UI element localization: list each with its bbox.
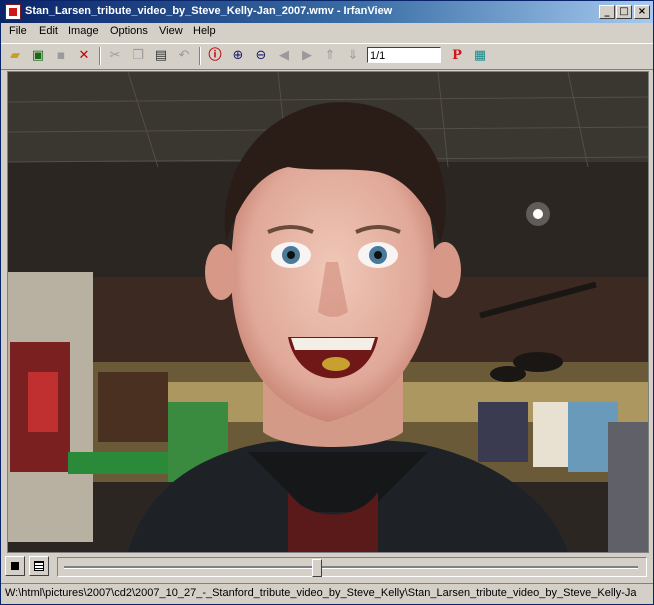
menu-help[interactable]: Help xyxy=(193,25,216,37)
video-frame[interactable] xyxy=(7,71,649,553)
playback-controls xyxy=(1,553,653,581)
menu-view[interactable]: View xyxy=(159,25,183,37)
file-path-status: W:\html\pictures\2007\cd2\2007_10_27_-_S… xyxy=(5,587,637,599)
slideshow-icon[interactable]: ▣ xyxy=(28,47,48,65)
first-file-icon[interactable]: ⇑ xyxy=(320,47,340,65)
zoom-in-icon[interactable]: ⊕ xyxy=(228,47,248,65)
maximize-button[interactable]: □ xyxy=(616,5,632,19)
undo-icon[interactable]: ↶ xyxy=(174,47,194,65)
next-arrow-icon[interactable]: ▶ xyxy=(297,47,317,65)
zoom-out-icon[interactable]: ⊖ xyxy=(251,47,271,65)
stop-button[interactable] xyxy=(5,556,25,576)
video-frame-image xyxy=(8,72,648,552)
open-folder-icon[interactable]: ▰ xyxy=(5,47,25,65)
menu-image[interactable]: Image xyxy=(68,25,99,37)
cut-icon[interactable]: ✂ xyxy=(105,47,125,65)
toolbar: ▰ ▣ ▪ ✕ ✂ ❐ ▤ ↶ ⓘ ⊕ ⊖ ◀ ▶ ⇑ ⇓ 1/1 P ▦ xyxy=(1,43,653,70)
paint-p-icon[interactable]: P xyxy=(447,47,467,65)
save-icon[interactable]: ▪ xyxy=(51,47,71,65)
seek-slider[interactable] xyxy=(57,557,647,577)
page-number-field[interactable]: 1/1 xyxy=(367,47,441,63)
close-button[interactable]: × xyxy=(634,5,650,19)
paste-icon[interactable]: ▤ xyxy=(151,47,171,65)
toolbar-separator xyxy=(199,47,201,65)
menu-options[interactable]: Options xyxy=(110,25,148,37)
stop-icon xyxy=(11,562,19,570)
irfanview-app-icon[interactable] xyxy=(5,4,21,20)
delete-icon[interactable]: ✕ xyxy=(74,47,94,65)
title-bar[interactable]: Stan_Larsen_tribute_video_by_Steve_Kelly… xyxy=(1,1,653,23)
seek-thumb[interactable] xyxy=(311,559,322,577)
toolbar-separator xyxy=(99,47,101,65)
previous-arrow-icon[interactable]: ◀ xyxy=(274,47,294,65)
seek-track xyxy=(64,566,638,569)
irfanview-window: Stan_Larsen_tribute_video_by_Steve_Kelly… xyxy=(0,0,654,605)
menu-file[interactable]: File xyxy=(9,25,27,37)
copy-icon[interactable]: ❐ xyxy=(128,47,148,65)
minimize-button[interactable]: _ xyxy=(599,5,615,19)
playlist-button[interactable] xyxy=(29,556,49,576)
status-bar: W:\html\pictures\2007\cd2\2007_10_27_-_S… xyxy=(1,583,653,604)
playlist-icon xyxy=(34,561,44,571)
menu-edit[interactable]: Edit xyxy=(39,25,58,37)
last-file-icon[interactable]: ⇓ xyxy=(343,47,363,65)
thumbnails-icon[interactable]: ▦ xyxy=(470,47,490,65)
window-title: Stan_Larsen_tribute_video_by_Steve_Kelly… xyxy=(25,5,393,17)
info-icon[interactable]: ⓘ xyxy=(205,47,225,65)
menu-bar: File Edit Image Options View Help xyxy=(1,23,653,42)
